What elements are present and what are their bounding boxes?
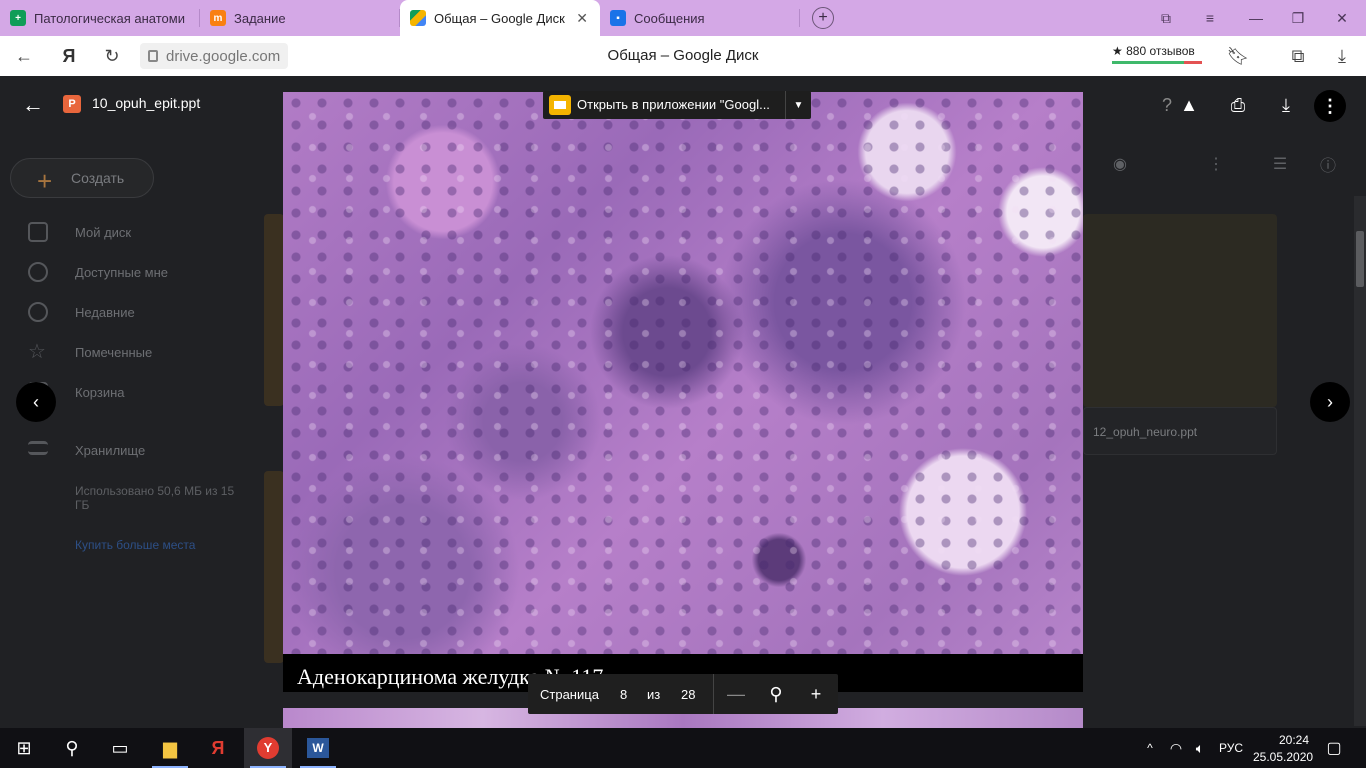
- file-thumbnail[interactable]: [1083, 214, 1277, 407]
- open-in-app-button[interactable]: Открыть в приложении "Googl... ▼: [543, 91, 811, 119]
- sidebar-item-recent[interactable]: Недавние: [75, 305, 135, 320]
- sidebar-item-shared[interactable]: Доступные мне: [75, 265, 168, 280]
- dropdown-caret-icon[interactable]: ▼: [785, 91, 811, 119]
- create-button[interactable]: + Создать: [10, 158, 154, 198]
- address-bar: ← Я ↻ drive.google.com Общая – Google Ди…: [0, 36, 1366, 76]
- sheets-icon: +: [10, 10, 26, 26]
- my-drive-icon: [28, 222, 48, 242]
- task-view-icon[interactable]: ▭: [96, 728, 144, 768]
- tab-assignment[interactable]: m Задание: [200, 0, 400, 36]
- zoom-icon[interactable]: ⚲: [764, 682, 788, 706]
- more-options-icon[interactable]: ⋮: [1314, 90, 1346, 122]
- current-page[interactable]: 8: [620, 687, 627, 702]
- clock-time[interactable]: 20:24: [1279, 733, 1309, 747]
- volume-icon[interactable]: 🔈︎: [1186, 728, 1214, 768]
- yandex-app-icon[interactable]: Я: [194, 728, 242, 768]
- preview-icon[interactable]: ◉: [1110, 154, 1130, 174]
- page-controls: Страница 8 из 28 — ⚲ +: [528, 674, 838, 714]
- back-icon[interactable]: ←: [12, 44, 36, 68]
- tab-label: Задание: [234, 10, 286, 26]
- moodle-icon: m: [210, 10, 226, 26]
- notifications-icon[interactable]: ▢: [1314, 728, 1354, 768]
- rating-bar: [1112, 61, 1202, 64]
- file-thumbnail[interactable]: [264, 214, 284, 406]
- extensions-icon[interactable]: ⧉: [1286, 44, 1310, 68]
- tab-separator: [799, 9, 800, 27]
- storage-icon: [28, 441, 48, 455]
- tabs-icon[interactable]: ⧉: [1146, 0, 1186, 36]
- next-file-button[interactable]: ›: [1310, 382, 1350, 422]
- print-icon[interactable]: ⎙: [1225, 92, 1251, 118]
- windows-taskbar: ⊞ ⚲ ▭ ▆ Я Y W ^ ◠ 🔈︎ РУС 20:24 25.05.202…: [0, 728, 1366, 768]
- minimize-icon[interactable]: —: [1236, 0, 1276, 36]
- tab-label: Сообщения: [634, 10, 705, 26]
- reviews-text: ★ 880 отзывов: [1112, 44, 1195, 58]
- back-arrow-icon[interactable]: ←: [20, 92, 46, 118]
- tab-label: Общая – Google Диск: [434, 10, 565, 26]
- language-indicator[interactable]: РУС: [1219, 741, 1243, 755]
- storage-label[interactable]: Хранилище: [75, 443, 145, 458]
- sidebar-item-trash[interactable]: Корзина: [75, 385, 125, 400]
- file-title: 10_opuh_epit.ppt: [92, 95, 201, 111]
- word-icon[interactable]: W: [294, 728, 342, 768]
- menu-icon[interactable]: ≡: [1190, 0, 1230, 36]
- download-icon[interactable]: ⤓: [1273, 92, 1299, 118]
- tab-google-drive[interactable]: Общая – Google Диск ✕: [400, 0, 600, 36]
- close-window-icon[interactable]: ✕: [1322, 0, 1362, 36]
- file-thumbnail[interactable]: [264, 471, 284, 663]
- tab-messages[interactable]: ▪ Сообщения: [600, 0, 800, 36]
- drive-icon: [410, 10, 426, 26]
- info-icon[interactable]: ⓘ: [1318, 154, 1338, 175]
- page-label: Страница: [540, 687, 599, 702]
- yandex-browser-icon[interactable]: Y: [244, 728, 292, 768]
- add-to-drive-icon[interactable]: ▲: [1176, 92, 1202, 118]
- chat-icon: ▪: [610, 10, 626, 26]
- file-explorer-icon[interactable]: ▆: [146, 728, 194, 768]
- powerpoint-icon: P: [63, 95, 81, 113]
- storage-used: Использовано 50,6 МБ из 15 ГБ: [75, 484, 235, 512]
- restore-icon[interactable]: ❐: [1278, 0, 1318, 36]
- divider: [713, 674, 714, 714]
- buy-storage-link[interactable]: Купить больше места: [75, 538, 195, 552]
- reviews-badge[interactable]: ★ 880 отзывов: [1112, 44, 1202, 64]
- browser-tab-strip: + Патологическая анатоми m Задание Общая…: [0, 0, 1366, 36]
- tab-pathology[interactable]: + Патологическая анатоми: [0, 0, 200, 36]
- yandex-icon[interactable]: Я: [57, 44, 81, 68]
- windows-start-icon[interactable]: ⊞: [0, 728, 48, 768]
- close-tab-icon[interactable]: ✕: [576, 10, 588, 27]
- sidebar-item-starred[interactable]: Помеченные: [75, 345, 152, 360]
- list-view-icon[interactable]: ☰: [1270, 154, 1290, 174]
- downloads-icon[interactable]: ⤓: [1330, 44, 1354, 68]
- slide-image: [283, 92, 1083, 692]
- url-field[interactable]: drive.google.com: [140, 43, 289, 69]
- star-icon: ☆: [28, 341, 46, 363]
- plus-icon: +: [37, 166, 53, 196]
- more-vert-icon[interactable]: ⋮: [1206, 154, 1226, 174]
- clock-icon: [28, 302, 48, 322]
- zoom-in-icon[interactable]: +: [804, 682, 828, 706]
- search-icon[interactable]: ⚲: [48, 728, 96, 768]
- google-slides-icon: [549, 95, 571, 115]
- tab-label: Патологическая анатоми: [34, 10, 185, 26]
- file-name: 12_opuh_neuro.ppt: [1093, 425, 1198, 439]
- clock-date[interactable]: 25.05.2020: [1253, 750, 1313, 764]
- url-text: drive.google.com: [166, 47, 281, 65]
- of-label: из: [647, 687, 661, 702]
- scrollbar-thumb[interactable]: [1356, 231, 1364, 287]
- zoom-out-icon[interactable]: —: [724, 682, 748, 706]
- lock-icon: [148, 50, 158, 62]
- total-pages: 28: [681, 687, 696, 702]
- sidebar-item-my-drive[interactable]: Мой диск: [75, 225, 131, 240]
- previous-file-button[interactable]: ‹: [16, 382, 56, 422]
- reload-icon[interactable]: ↻: [100, 44, 124, 68]
- bookmark-icon[interactable]: 🔖︎: [1226, 44, 1250, 68]
- create-label: Создать: [71, 170, 125, 186]
- new-tab-button[interactable]: +: [812, 7, 834, 29]
- open-in-app-label: Открыть в приложении "Googl...: [577, 97, 770, 112]
- shared-icon: [28, 262, 48, 282]
